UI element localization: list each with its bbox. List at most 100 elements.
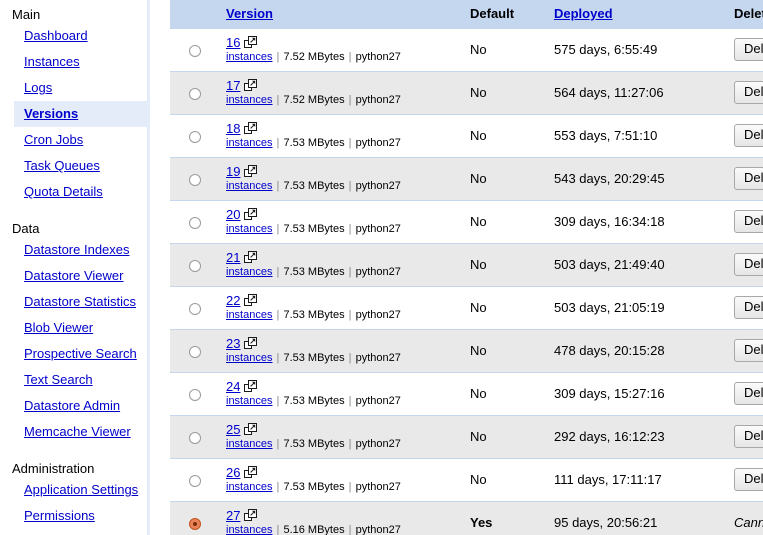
sidebar-item-label[interactable]: Quota Details (24, 184, 103, 199)
open-in-new-window-icon[interactable] (244, 380, 257, 393)
delete-button[interactable]: Delete (734, 210, 763, 233)
version-radio-button[interactable] (189, 432, 201, 444)
version-select-cell[interactable] (170, 373, 220, 416)
sidebar-item-label[interactable]: Memcache Viewer (24, 424, 131, 439)
instances-link[interactable]: instances (226, 266, 272, 278)
open-in-new-window-icon[interactable] (244, 165, 257, 178)
version-link[interactable]: 21 (226, 250, 240, 265)
sidebar-item-label[interactable]: Datastore Statistics (24, 294, 136, 309)
sidebar-item-label[interactable]: Instances (24, 54, 80, 69)
version-select-cell[interactable] (170, 158, 220, 201)
sidebar-item-datastore-admin[interactable]: Datastore Admin (14, 393, 147, 419)
instances-link[interactable]: instances (226, 223, 272, 235)
version-link[interactable]: 26 (226, 465, 240, 480)
open-in-new-window-icon[interactable] (244, 337, 257, 350)
open-in-new-window-icon[interactable] (244, 509, 257, 522)
version-select-cell[interactable] (170, 201, 220, 244)
version-select-cell[interactable] (170, 244, 220, 287)
version-radio-button[interactable] (189, 45, 201, 57)
instances-link[interactable]: instances (226, 180, 272, 192)
version-radio-button[interactable] (189, 518, 201, 530)
version-radio-button[interactable] (189, 174, 201, 186)
version-radio-button[interactable] (189, 217, 201, 229)
version-radio-button[interactable] (189, 346, 201, 358)
sidebar-item-label[interactable]: Prospective Search (24, 346, 137, 361)
instances-link[interactable]: instances (226, 438, 272, 450)
sidebar-item-logs[interactable]: Logs (14, 75, 147, 101)
sidebar-item-prospective-search[interactable]: Prospective Search (14, 341, 147, 367)
sidebar-item-datastore-indexes[interactable]: Datastore Indexes (14, 237, 147, 263)
version-link[interactable]: 23 (226, 336, 240, 351)
delete-button[interactable]: Delete (734, 38, 763, 61)
sidebar-item-label[interactable]: Datastore Viewer (24, 268, 123, 283)
sidebar-item-text-search[interactable]: Text Search (14, 367, 147, 393)
sidebar-item-instances[interactable]: Instances (14, 49, 147, 75)
open-in-new-window-icon[interactable] (244, 122, 257, 135)
version-select-cell[interactable] (170, 459, 220, 502)
version-radio-button[interactable] (189, 260, 201, 272)
version-link[interactable]: 24 (226, 379, 240, 394)
version-select-cell[interactable] (170, 416, 220, 459)
delete-button[interactable]: Delete (734, 124, 763, 147)
instances-link[interactable]: instances (226, 395, 272, 407)
version-link[interactable]: 22 (226, 293, 240, 308)
instances-link[interactable]: instances (226, 137, 272, 149)
version-radio-button[interactable] (189, 303, 201, 315)
sidebar-item-label[interactable]: Task Queues (24, 158, 100, 173)
sidebar-item-cron-jobs[interactable]: Cron Jobs (14, 127, 147, 153)
sidebar-item-datastore-statistics[interactable]: Datastore Statistics (14, 289, 147, 315)
instances-link[interactable]: instances (226, 481, 272, 493)
delete-button[interactable]: Delete (734, 81, 763, 104)
delete-button[interactable]: Delete (734, 468, 763, 491)
open-in-new-window-icon[interactable] (244, 79, 257, 92)
sidebar-item-label[interactable]: Cron Jobs (24, 132, 83, 147)
sort-version-link[interactable]: Version (226, 6, 273, 21)
instances-link[interactable]: instances (226, 94, 272, 106)
open-in-new-window-icon[interactable] (244, 36, 257, 49)
version-link[interactable]: 16 (226, 35, 240, 50)
sidebar-item-dashboard[interactable]: Dashboard (14, 23, 147, 49)
delete-button[interactable]: Delete (734, 167, 763, 190)
version-radio-button[interactable] (189, 389, 201, 401)
version-select-cell[interactable] (170, 72, 220, 115)
version-radio-button[interactable] (189, 475, 201, 487)
sidebar-item-application-settings[interactable]: Application Settings (14, 477, 147, 503)
sidebar-item-label[interactable]: Dashboard (24, 28, 88, 43)
delete-button[interactable]: Delete (734, 253, 763, 276)
instances-link[interactable]: instances (226, 309, 272, 321)
delete-button[interactable]: Delete (734, 339, 763, 362)
version-select-cell[interactable] (170, 287, 220, 330)
open-in-new-window-icon[interactable] (244, 423, 257, 436)
sidebar-item-task-queues[interactable]: Task Queues (14, 153, 147, 179)
sidebar-item-quota-details[interactable]: Quota Details (14, 179, 147, 205)
version-select-cell[interactable] (170, 29, 220, 72)
open-in-new-window-icon[interactable] (244, 251, 257, 264)
sidebar-item-label[interactable]: Permissions (24, 508, 95, 523)
open-in-new-window-icon[interactable] (244, 466, 257, 479)
sidebar-item-datastore-viewer[interactable]: Datastore Viewer (14, 263, 147, 289)
sidebar-item-label[interactable]: Blob Viewer (24, 320, 93, 335)
version-select-cell[interactable] (170, 330, 220, 373)
sidebar-item-versions[interactable]: Versions (14, 101, 147, 127)
open-in-new-window-icon[interactable] (244, 208, 257, 221)
sidebar-item-blob-viewer[interactable]: Blob Viewer (14, 315, 147, 341)
sidebar-item-label[interactable]: Datastore Indexes (24, 242, 130, 257)
sidebar-item-blacklist[interactable]: Blacklist (14, 529, 147, 535)
sidebar-item-label[interactable]: Versions (24, 106, 78, 121)
version-radio-button[interactable] (189, 88, 201, 100)
version-link[interactable]: 25 (226, 422, 240, 437)
delete-button[interactable]: Delete (734, 425, 763, 448)
version-link[interactable]: 17 (226, 78, 240, 93)
version-link[interactable]: 27 (226, 508, 240, 523)
sidebar-item-memcache-viewer[interactable]: Memcache Viewer (14, 419, 147, 445)
delete-button[interactable]: Delete (734, 382, 763, 405)
sort-deployed-link[interactable]: Deployed (554, 6, 613, 21)
sidebar-item-label[interactable]: Logs (24, 80, 52, 95)
version-link[interactable]: 18 (226, 121, 240, 136)
instances-link[interactable]: instances (226, 51, 272, 63)
delete-button[interactable]: Delete (734, 296, 763, 319)
version-radio-button[interactable] (189, 131, 201, 143)
instances-link[interactable]: instances (226, 352, 272, 364)
sidebar-item-label[interactable]: Text Search (24, 372, 93, 387)
version-link[interactable]: 19 (226, 164, 240, 179)
